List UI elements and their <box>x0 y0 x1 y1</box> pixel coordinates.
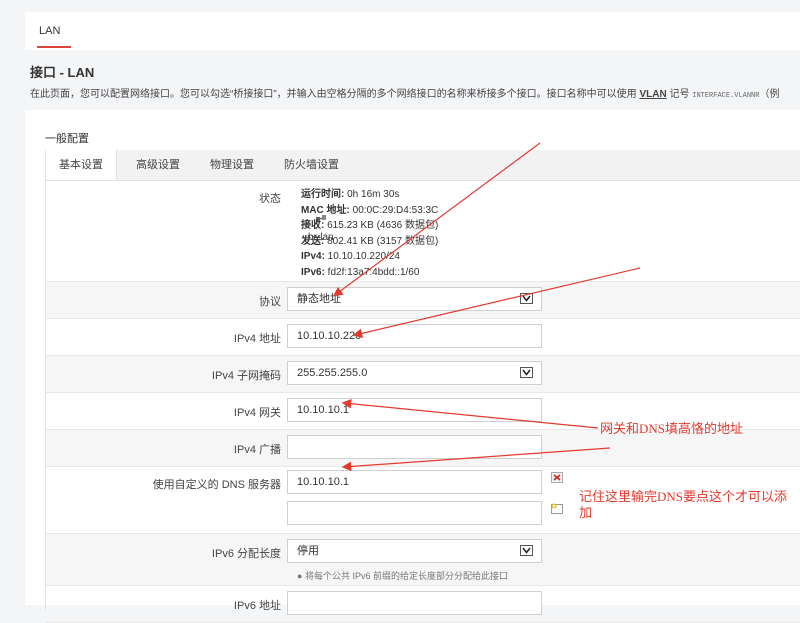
subtab-advanced[interactable]: 高级设置 <box>136 150 180 180</box>
status-line: IPv4: 10.10.10.220/24 <box>301 249 438 265</box>
section-title: 一般配置 <box>45 133 89 145</box>
dns-annotation-line2: 加 <box>579 505 593 520</box>
page-title: 接口 - LAN <box>30 65 95 80</box>
protocol-select[interactable]: 静态地址 <box>287 287 542 311</box>
vlan-link[interactable]: VLAN <box>639 89 666 100</box>
status-value: 802.41 KB (3157 数据包) <box>324 235 439 247</box>
protocol-value: 静态地址 <box>297 293 341 305</box>
info-icon: ● <box>297 571 303 581</box>
status-line: 运行时间: 0h 16m 30s <box>301 187 438 203</box>
row-ipv6-length: IPv6 分配长度 停用 ● 将每个公共 IPv6 前缀的给定长度部分分配给此接… <box>46 534 800 586</box>
ipv4-address-input[interactable]: 10.10.10.220 <box>287 324 542 348</box>
dns-input-1[interactable]: 10.10.10.1 <box>287 470 542 494</box>
broadcast-input[interactable] <box>287 435 542 459</box>
active-tab-indicator <box>37 46 71 48</box>
subtab-basic[interactable]: 基本设置 <box>46 150 117 180</box>
status-value: 615.23 KB (4636 数据包) <box>324 220 439 231</box>
status-key: 发送: <box>301 235 325 247</box>
dns-label: 使用自定义的 DNS 服务器 <box>152 479 281 491</box>
status-row: 状态 br-lan 运行时间: 0h 16m 30s MAC 地址: 00:0C:… <box>46 181 800 282</box>
chevron-down-icon <box>520 293 533 304</box>
netmask-select[interactable]: 255.255.255.0 <box>287 361 542 385</box>
chevron-down-icon <box>520 545 533 556</box>
status-value: 10.10.10.220/24 <box>324 251 400 262</box>
ipv4-address-label: IPv4 地址 <box>233 333 281 345</box>
gateway-annotation: 网关和DNS填高恪的地址 <box>600 421 744 436</box>
ipv6-length-select[interactable]: 停用 <box>287 539 542 563</box>
status-value: fd2f:13a7:4bdd::1/60 <box>324 266 420 278</box>
desc-text-2: 记号 <box>666 89 693 100</box>
dns-input-2[interactable] <box>287 501 542 525</box>
broadcast-label: IPv4 广播 <box>233 444 281 456</box>
gateway-label: IPv4 网关 <box>233 407 281 419</box>
top-tab-bar: LAN <box>25 12 800 50</box>
subtab-firewall[interactable]: 防火墙设置 <box>284 150 339 180</box>
status-line: MAC 地址: 00:0C:29:D4:53:3C <box>301 203 438 219</box>
status-key: IPv6: <box>301 266 325 278</box>
netmask-value: 255.255.255.0 <box>297 367 368 379</box>
status-label: 状态 <box>259 193 281 205</box>
status-key: IPv4: <box>301 251 325 262</box>
desc-text-3: （例 <box>759 89 780 100</box>
subtab-physical[interactable]: 物理设置 <box>210 150 254 180</box>
dns-annotation-line1: 记住这里输完DNS要点这个才可以添 <box>579 489 788 504</box>
status-key: MAC 地址: <box>301 204 350 216</box>
netmask-label: IPv4 子网掩码 <box>211 370 281 382</box>
config-card: 一般配置 基本设置 高级设置 物理设置 防火墙设置 状态 br-lan 运行时间… <box>25 110 800 623</box>
status-line: 接收: 615.23 KB (4636 数据包) <box>301 218 438 234</box>
desc-mono: INTERFACE.VLANNR <box>692 92 760 100</box>
config-panel: 基本设置 高级设置 物理设置 防火墙设置 状态 br-lan 运行时间: 0h … <box>45 150 800 623</box>
ipv6-address-input[interactable] <box>287 591 542 615</box>
ipv6-address-label: IPv6 地址 <box>233 600 281 612</box>
status-line: IPv6: fd2f:13a7:4bdd::1/60 <box>301 265 438 281</box>
remove-dns-icon[interactable] <box>551 472 563 483</box>
status-line: 发送: 802.41 KB (3157 数据包) <box>301 234 438 250</box>
ipv6-length-hint-text: 将每个公共 IPv6 前缀的给定长度部分分配给此接口 <box>304 571 508 581</box>
row-protocol: 协议 静态地址 <box>46 282 800 319</box>
desc-text: 在此页面，您可以配置网络接口。您可以勾选“桥接接口”，并输入由空格分隔的多个网络… <box>30 89 640 100</box>
tab-lan[interactable]: LAN <box>39 25 60 37</box>
status-value: 00:0C:29:D4:53:3C <box>349 204 439 216</box>
gateway-input[interactable]: 10.10.10.1 <box>287 398 542 422</box>
status-key: 运行时间: <box>301 189 345 200</box>
protocol-label: 协议 <box>259 296 281 308</box>
ipv6-length-hint: ● 将每个公共 IPv6 前缀的给定长度部分分配给此接口 <box>297 569 508 582</box>
status-details: 运行时间: 0h 16m 30s MAC 地址: 00:0C:29:D4:53:3… <box>301 187 438 280</box>
status-value: 0h 16m 30s <box>344 189 400 200</box>
subtab-bar: 基本设置 高级设置 物理设置 防火墙设置 <box>46 150 800 181</box>
row-ipv4-address: IPv4 地址 10.10.10.220 <box>46 319 800 356</box>
ipv6-length-value: 停用 <box>297 545 319 557</box>
row-netmask: IPv4 子网掩码 255.255.255.0 <box>46 356 800 393</box>
status-key: 接收: <box>301 220 325 231</box>
ipv6-length-label: IPv6 分配长度 <box>211 548 281 560</box>
add-dns-icon[interactable] <box>551 503 563 514</box>
chevron-down-icon <box>520 367 533 378</box>
page-description: 在此页面，您可以配置网络接口。您可以勾选“桥接接口”，并输入由空格分隔的多个网络… <box>30 85 779 100</box>
